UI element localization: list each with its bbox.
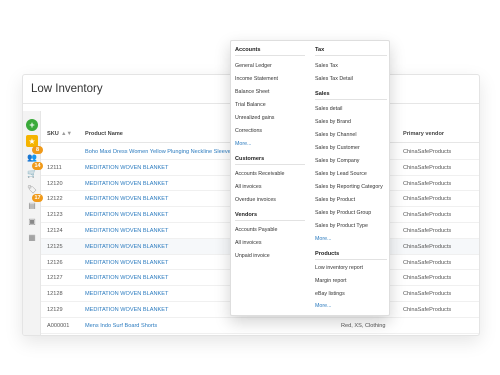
menu-item[interactable]: Sales by Brand — [315, 119, 351, 125]
sku-cell: 12111 — [47, 164, 62, 171]
menu-item[interactable]: Low inventory report — [315, 265, 363, 271]
menu-item[interactable]: Corrections — [235, 128, 262, 134]
menu-item[interactable]: Sales by Company — [315, 158, 359, 164]
product-name-link[interactable]: MEDITATION WOVEN BLANKET — [85, 260, 168, 266]
product-name-link[interactable]: MEDITATION WOVEN BLANKET — [85, 212, 168, 218]
sku-cell: 12120 — [47, 180, 63, 187]
menu-item[interactable]: General Ledger — [235, 63, 272, 69]
accounts-more-link[interactable]: More... — [235, 141, 251, 147]
vendors-heading: Vendors — [235, 212, 305, 221]
vendor-cell: ChinaSafeProducts — [403, 180, 452, 187]
report-icon[interactable]: ▤ 17 — [26, 194, 43, 211]
menu-item[interactable]: Sales by Reporting Category — [315, 184, 383, 190]
product-name-link[interactable]: MEDITATION WOVEN BLANKET — [85, 307, 168, 313]
product-name-link[interactable]: Mens Indo Surf Board Shorts — [85, 323, 157, 329]
table-row[interactable]: A000001 Mens Indo Surf Board Shorts Red, X… — [41, 318, 479, 334]
menu-item[interactable]: Unpaid invoice — [235, 253, 270, 259]
vendor-cell: ChinaSafeProducts — [403, 291, 452, 298]
tax-heading: Tax — [315, 47, 387, 56]
customers-heading: Customers — [235, 156, 305, 165]
sku-cell: A000001 — [47, 322, 70, 329]
vendor-cell: ChinaSafeProducts — [403, 228, 452, 234]
menu-item[interactable]: Sales by Customer — [315, 145, 360, 151]
add-icon[interactable]: + — [26, 119, 38, 131]
menu-item[interactable]: Sales detail — [315, 106, 342, 112]
product-name-link[interactable]: MEDITATION WOVEN BLANKET — [85, 181, 168, 187]
menu-item[interactable]: Trial Balance — [235, 102, 266, 108]
vendor-cell: ChinaSafeProducts — [403, 243, 452, 250]
menu-item[interactable]: Income Statement — [235, 76, 278, 82]
cart-icon[interactable]: 🛒 14 — [26, 162, 43, 179]
sku-cell: 12127 — [47, 275, 63, 282]
page-title: Low Inventory — [31, 83, 103, 95]
menu-item[interactable]: All invoices — [235, 240, 262, 246]
menu-item[interactable]: Sales by Product Group — [315, 210, 371, 216]
sku-cell: 12125 — [47, 243, 63, 250]
menu-item[interactable]: eBay listings — [315, 291, 345, 297]
vendor-cell: ChinaSafeProducts — [403, 196, 452, 203]
sort-icon[interactable]: ▲▼ — [61, 131, 72, 137]
vendor-cell: ChinaSafeProducts — [403, 307, 452, 313]
menu-item[interactable]: Sales Tax — [315, 63, 338, 69]
sku-cell: 12126 — [47, 259, 63, 266]
sku-cell: 12128 — [47, 291, 63, 298]
menu-item[interactable]: Sales Tax Detail — [315, 76, 353, 82]
accounts-heading: Accounts — [235, 47, 305, 56]
menu-right-column: Tax Sales Tax Sales Tax Detail Sales Sal… — [311, 41, 391, 315]
menu-item[interactable]: Overdue invoices — [235, 197, 276, 203]
sales-icon[interactable]: ▦ — [26, 231, 38, 243]
sales-heading: Sales — [315, 91, 387, 100]
menu-item[interactable]: Sales by Product Type — [315, 223, 368, 229]
product-name-link[interactable]: MEDITATION WOVEN BLANKET — [85, 196, 168, 202]
menu-item[interactable]: All invoices — [235, 184, 262, 190]
side-rail: + ★ 👥 8 🛒 14 🏷 ▤ 17 ▣ ▦ — [23, 111, 43, 335]
box-icon[interactable]: ▣ — [26, 215, 38, 227]
tags-cell: Red, XS, Clothing — [341, 322, 386, 329]
product-name-link[interactable]: MEDITATION WOVEN BLANKET — [85, 275, 168, 281]
sku-header[interactable]: SKU — [47, 131, 59, 137]
vendor-cell: ChinaSafeProducts — [403, 275, 452, 282]
products-more-link[interactable]: More... — [315, 303, 331, 309]
product-name-link[interactable]: MEDITATION WOVEN BLANKET — [85, 244, 168, 250]
product-name-link[interactable]: MEDITATION WOVEN BLANKET — [85, 228, 168, 234]
menu-left-column: Accounts General Ledger Income Statement… — [231, 41, 309, 315]
sku-cell: 12124 — [47, 228, 63, 234]
sku-cell: 12122 — [47, 196, 63, 203]
product-name-link[interactable]: Boho Maxi Dress Women Yellow Plunging Ne… — [85, 149, 231, 155]
primary-vendor-header[interactable]: Primary vendor — [403, 131, 444, 137]
vendor-cell: ChinaSafeProducts — [403, 149, 452, 155]
product-name-link[interactable]: MEDITATION WOVEN BLANKET — [85, 165, 168, 171]
products-heading: Products — [315, 251, 387, 260]
vendor-cell: ChinaSafeProducts — [403, 212, 452, 219]
vendor-cell: ChinaSafeProducts — [403, 259, 452, 266]
product-name-header[interactable]: Product Name — [85, 131, 123, 137]
menu-item[interactable]: Sales by Channel — [315, 132, 357, 138]
menu-item[interactable]: Accounts Receivable — [235, 171, 284, 177]
product-name-link[interactable]: MEDITATION WOVEN BLANKET — [85, 291, 168, 297]
sales-more-link[interactable]: More... — [315, 236, 331, 242]
menu-item[interactable]: Accounts Payable — [235, 227, 277, 233]
menu-item[interactable]: Margin report — [315, 278, 347, 284]
reports-menu: Accounts General Ledger Income Statement… — [230, 40, 390, 316]
menu-item[interactable]: Unrealized gains — [235, 115, 274, 121]
sku-cell: 12129 — [47, 307, 63, 313]
menu-item[interactable]: Balance Sheet — [235, 89, 269, 95]
vendor-cell: ChinaSafeProducts — [403, 164, 452, 171]
sku-cell: 12123 — [47, 212, 63, 219]
menu-item[interactable]: Sales by Lead Source — [315, 171, 367, 177]
menu-item[interactable]: Sales by Product — [315, 197, 355, 203]
